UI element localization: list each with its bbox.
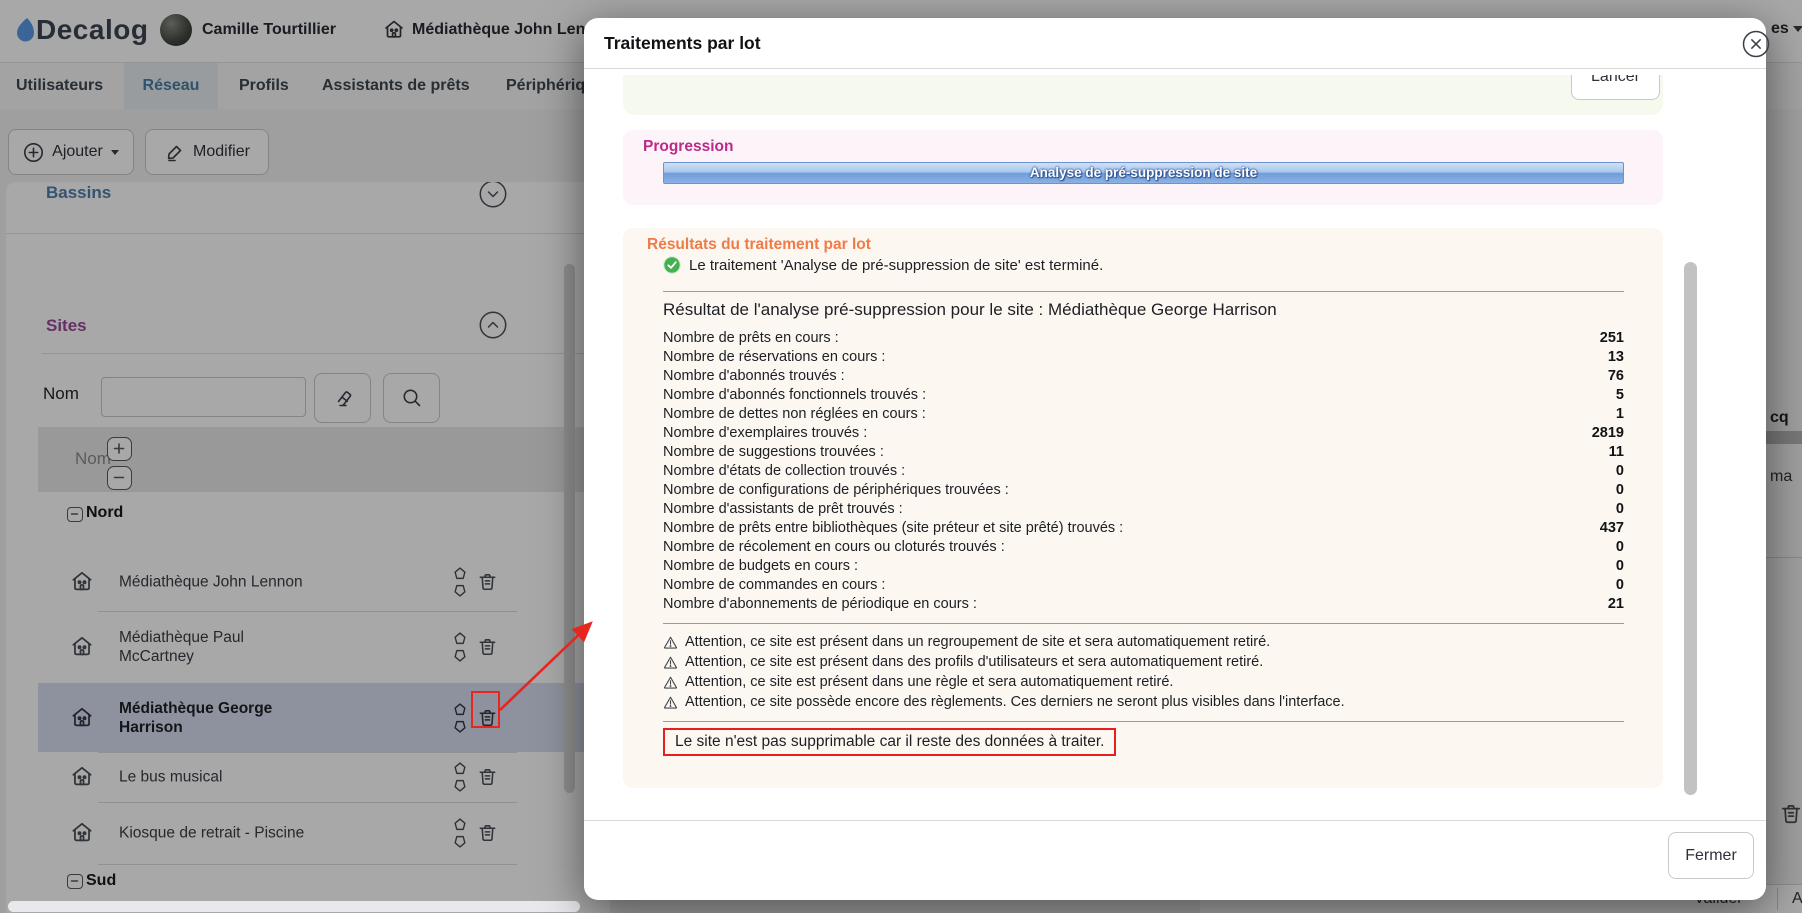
warning-icon [663, 655, 678, 670]
annotation-arrow [468, 608, 608, 728]
stat-row: Nombre de prêts entre bibliothèques (sit… [663, 519, 1624, 538]
results-divider [663, 291, 1624, 292]
stat-value: 13 [1608, 348, 1624, 367]
progress-panel: Progression Analyse de pré-suppression d… [623, 130, 1663, 205]
stat-value: 0 [1616, 576, 1624, 595]
stat-value: 0 [1616, 500, 1624, 519]
warning-row: Attention, ce site est présent dans des … [663, 652, 1624, 672]
stat-value: 1 [1616, 405, 1624, 424]
warning-icon [663, 635, 678, 650]
application-window: Decalog Camille Tourtillier Médiathèque … [0, 0, 1802, 913]
stat-row: Nombre d'abonnés fonctionnels trouvés : 5 [663, 386, 1624, 405]
analysis-stats-list: Nombre de prêts en cours : 251 Nombre de … [663, 329, 1624, 614]
stat-label: Nombre de réservations en cours : [663, 348, 885, 367]
stat-row: Nombre de budgets en cours : 0 [663, 557, 1624, 576]
warning-text: Attention, ce site possède encore des rè… [685, 692, 1345, 712]
stat-label: Nombre de dettes non réglées en cours : [663, 405, 926, 424]
launch-button-label: Lancer [1591, 75, 1640, 86]
stat-value: 76 [1608, 367, 1624, 386]
status-message: Le traitement 'Analyse de pré-suppressio… [689, 257, 1103, 274]
stat-row: Nombre d'abonnés trouvés : 76 [663, 367, 1624, 386]
stat-row: Nombre d'exemplaires trouvés : 2819 [663, 424, 1624, 443]
batch-processing-dialog: Traitements par lot Lancer Progression A… [584, 18, 1766, 900]
dialog-header-divider [584, 68, 1766, 69]
stat-label: Nombre d'abonnés trouvés : [663, 367, 845, 386]
stat-label: Nombre d'abonnés fonctionnels trouvés : [663, 386, 926, 405]
stat-label: Nombre de récolement en cours ou cloturé… [663, 538, 1005, 557]
results-panel: Résultats du traitement par lot Le trait… [623, 228, 1663, 788]
stat-value: 2819 [1592, 424, 1624, 443]
warning-icon [663, 675, 678, 690]
close-dialog-button[interactable]: Fermer [1668, 832, 1754, 879]
stat-value: 0 [1616, 538, 1624, 557]
stat-value: 21 [1608, 595, 1624, 614]
stat-value: 0 [1616, 481, 1624, 500]
dialog-footer-divider [584, 820, 1766, 821]
stat-row: Nombre de commandes en cours : 0 [663, 576, 1624, 595]
close-icon[interactable] [1742, 30, 1770, 58]
stat-label: Nombre d'abonnements de périodique en co… [663, 595, 977, 614]
dialog-title: Traitements par lot [604, 33, 761, 54]
progress-bar: Analyse de pré-suppression de site [663, 162, 1624, 184]
blocker-message: Le site n'est pas supprimable car il res… [663, 728, 1116, 756]
dialog-scrollbar[interactable] [1684, 262, 1697, 795]
analysis-heading: Résultat de l'analyse pré-suppression po… [663, 300, 1277, 320]
stat-value: 251 [1600, 329, 1624, 348]
stat-label: Nombre de budgets en cours : [663, 557, 858, 576]
close-dialog-button-label: Fermer [1685, 847, 1737, 865]
warning-text: Attention, ce site est présent dans une … [685, 672, 1173, 692]
stat-label: Nombre d'assistants de prêt trouvés : [663, 500, 903, 519]
stat-label: Nombre d'exemplaires trouvés : [663, 424, 867, 443]
dialog-body: Lancer Progression Analyse de pré-suppre… [584, 75, 1766, 820]
stat-row: Nombre de réservations en cours : 13 [663, 348, 1624, 367]
stat-value: 0 [1616, 462, 1624, 481]
stat-row: Nombre de prêts en cours : 251 [663, 329, 1624, 348]
progress-section-title: Progression [643, 138, 733, 156]
stat-value: 0 [1616, 557, 1624, 576]
stat-label: Nombre de commandes en cours : [663, 576, 885, 595]
stat-row: Nombre d'états de collection trouvés : 0 [663, 462, 1624, 481]
stat-label: Nombre de prêts entre bibliothèques (sit… [663, 519, 1123, 538]
stat-label: Nombre d'états de collection trouvés : [663, 462, 905, 481]
warning-row: Attention, ce site possède encore des rè… [663, 692, 1624, 712]
success-check-icon [663, 256, 681, 274]
warning-row: Attention, ce site est présent dans un r… [663, 632, 1624, 652]
stat-label: Nombre de suggestions trouvées : [663, 443, 884, 462]
horizontal-scrollbar[interactable] [8, 901, 580, 912]
launch-button[interactable]: Lancer [1571, 75, 1660, 100]
stat-label: Nombre de prêts en cours : [663, 329, 839, 348]
warnings-list: Attention, ce site est présent dans un r… [663, 632, 1624, 712]
launch-panel: Lancer [623, 75, 1663, 115]
stat-row: Nombre de suggestions trouvées : 11 [663, 443, 1624, 462]
warning-icon [663, 695, 678, 710]
stat-row: Nombre de dettes non réglées en cours : 1 [663, 405, 1624, 424]
results-divider [663, 623, 1624, 624]
warning-text: Attention, ce site est présent dans un r… [685, 632, 1270, 652]
results-section-title: Résultats du traitement par lot [647, 236, 871, 254]
results-divider [663, 721, 1624, 722]
warning-text: Attention, ce site est présent dans des … [685, 652, 1263, 672]
stat-row: Nombre de récolement en cours ou cloturé… [663, 538, 1624, 557]
stat-row: Nombre d'abonnements de périodique en co… [663, 595, 1624, 614]
status-row: Le traitement 'Analyse de pré-suppressio… [663, 256, 1103, 274]
stat-label: Nombre de configurations de périphérique… [663, 481, 1009, 500]
warning-row: Attention, ce site est présent dans une … [663, 672, 1624, 692]
stat-row: Nombre de configurations de périphérique… [663, 481, 1624, 500]
stat-value: 11 [1609, 443, 1624, 462]
stat-value: 437 [1600, 519, 1624, 538]
progress-bar-label: Analyse de pré-suppression de site [664, 163, 1623, 183]
stat-value: 5 [1616, 386, 1624, 405]
stat-row: Nombre d'assistants de prêt trouvés : 0 [663, 500, 1624, 519]
